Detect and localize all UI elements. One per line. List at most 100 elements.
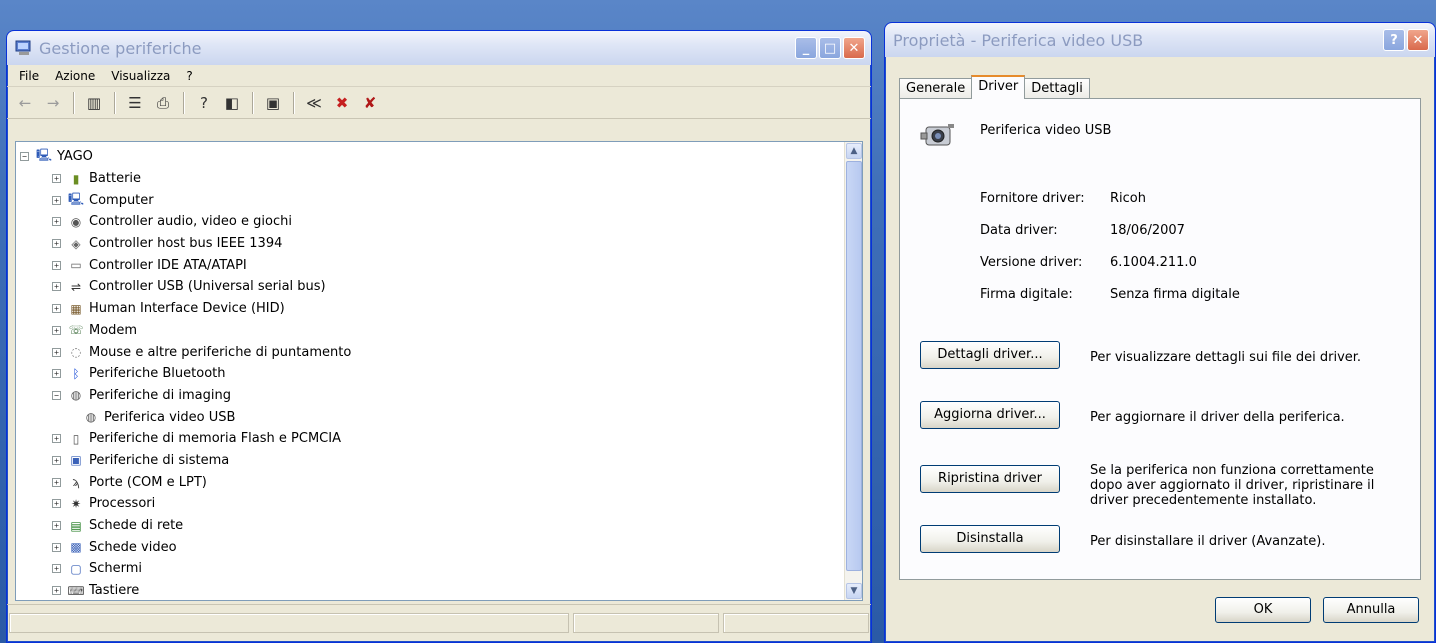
update-driver-button[interactable]: Aggiorna driver... — [920, 401, 1060, 429]
tree-node[interactable]: + ✷ Processori — [16, 493, 844, 515]
help-button[interactable]: ? — [1383, 29, 1405, 51]
update-driver-icon[interactable]: ≪ — [302, 91, 326, 115]
cancel-button[interactable]: Annulla — [1323, 597, 1419, 623]
forward-icon[interactable]: → — [41, 91, 65, 115]
expand-icon[interactable]: + — [52, 369, 61, 379]
uninstall-device-icon[interactable]: ✘ — [358, 91, 382, 115]
tree-node[interactable]: + ◌ Mouse e altre periferiche di puntament… — [16, 341, 844, 363]
expand-icon[interactable]: + — [52, 521, 61, 531]
expand-icon[interactable]: + — [52, 586, 61, 596]
expand-icon[interactable]: + — [52, 564, 61, 574]
expand-icon[interactable]: + — [52, 304, 61, 314]
tree-node-label: Periferiche Bluetooth — [89, 366, 226, 382]
hid-icon: ▦ — [70, 301, 82, 316]
expand-icon[interactable]: + — [52, 282, 61, 292]
bluetooth-icon: ᛒ — [72, 366, 80, 381]
tree-node[interactable]: + ◉ Controller audio, video e giochi — [16, 211, 844, 233]
tree-node[interactable]: + ▩ Schede video — [16, 536, 844, 558]
monitor-icon: ▢ — [70, 561, 82, 576]
ok-button[interactable]: OK — [1215, 597, 1311, 623]
show-hide-console-tree-icon[interactable]: ▥ — [82, 91, 106, 115]
computer-icon — [15, 40, 33, 56]
signature-label: Firma digitale: — [980, 287, 1073, 302]
uninstall-description: Per disinstallare il driver (Avanzate). — [1090, 534, 1326, 549]
scroll-down-icon[interactable]: ▼ — [846, 583, 862, 599]
properties-titlebar[interactable]: Proprietà - Periferica video USB ? ✕ — [885, 23, 1435, 57]
tree-node[interactable]: + ▯ Periferiche di memoria Flash e PCMCIA — [16, 428, 844, 450]
tree-node[interactable]: + ☏ Modem — [16, 320, 844, 342]
device-manager-window: Gestione periferiche _ □ ✕ File Azione V… — [6, 30, 872, 643]
tree-node[interactable]: + ⌨ Tastiere — [16, 580, 844, 600]
rollback-driver-button[interactable]: Ripristina driver — [920, 465, 1060, 493]
tree-node[interactable]: − ◍ Periferiche di imaging — [16, 385, 844, 407]
tree-node-label: Tastiere — [89, 583, 140, 599]
tree-node[interactable]: − 🖳 YAGO — [16, 146, 844, 168]
tree-node-label: Controller audio, video e giochi — [89, 214, 292, 230]
toolbar-separator — [293, 91, 294, 114]
tree-node[interactable]: ◍ Periferica video USB — [16, 406, 844, 428]
back-icon[interactable]: ← — [13, 91, 37, 115]
dialog-title: Proprietà - Periferica video USB — [893, 30, 1144, 50]
expand-icon[interactable]: + — [52, 477, 61, 487]
camera-icon: ◍ — [70, 388, 82, 403]
show-hide-action-pane-icon[interactable]: ◧ — [220, 91, 244, 115]
driver-tab-panel: Periferica video USB Fornitore driver: R… — [899, 98, 1421, 580]
print-icon[interactable]: ⎙ — [151, 91, 175, 115]
modem-icon: ☏ — [68, 323, 84, 338]
tree-node[interactable]: + ᛒ Periferiche Bluetooth — [16, 363, 844, 385]
tree-node[interactable]: + ▤ Schede di rete — [16, 515, 844, 537]
tab-dettagli[interactable]: Dettagli — [1024, 78, 1090, 99]
scroll-thumb[interactable] — [846, 161, 862, 571]
menu-visualizza[interactable]: Visualizza — [103, 69, 178, 83]
maximize-button[interactable]: □ — [819, 37, 841, 59]
expand-icon[interactable]: + — [52, 217, 61, 227]
tree-node[interactable]: + 🖳 Computer — [16, 189, 844, 211]
mouse-icon: ◌ — [70, 345, 82, 360]
scroll-up-icon[interactable]: ▲ — [846, 143, 862, 159]
expand-icon[interactable]: + — [52, 434, 61, 444]
version-label: Versione driver: — [980, 255, 1083, 270]
expand-icon[interactable]: + — [52, 455, 61, 465]
tree-node[interactable]: + ⇌ Controller USB (Universal serial bus) — [16, 276, 844, 298]
menu-help[interactable]: ? — [178, 69, 200, 83]
tree-node[interactable]: + ▭ Controller IDE ATA/ATAPI — [16, 254, 844, 276]
menu-azione[interactable]: Azione — [47, 69, 103, 83]
device-tree-panel: − 🖳 YAGO + ▮ Batterie + 🖳 Computer + ◉ Controller a… — [15, 141, 863, 601]
vertical-scrollbar[interactable]: ▲ ▼ — [844, 142, 862, 600]
tree-node[interactable]: + ▮ Batterie — [16, 168, 844, 190]
tree-node-label: Periferiche di imaging — [89, 387, 231, 403]
expand-icon[interactable]: + — [52, 260, 61, 270]
tree-node-label: Periferiche di memoria Flash e PCMCIA — [89, 431, 341, 447]
expand-icon[interactable]: + — [52, 239, 61, 249]
expand-icon[interactable]: + — [52, 499, 61, 509]
version-value: 6.1004.211.0 — [1110, 255, 1197, 270]
provider-value: Ricoh — [1110, 191, 1146, 206]
tab-driver[interactable]: Driver — [971, 75, 1026, 99]
tree-node-label: YAGO — [57, 149, 93, 165]
device-manager-titlebar[interactable]: Gestione periferiche _ □ ✕ — [7, 31, 871, 65]
properties-icon[interactable]: ☰ — [123, 91, 147, 115]
collapse-icon[interactable]: − — [52, 390, 61, 400]
tab-generale[interactable]: Generale — [899, 78, 973, 99]
disable-device-icon[interactable]: ✖ — [330, 91, 354, 115]
tree-node[interactable]: + ▣ Periferiche di sistema — [16, 450, 844, 472]
close-button[interactable]: ✕ — [1407, 29, 1429, 51]
uninstall-button[interactable]: Disinstalla — [920, 525, 1060, 553]
expand-icon[interactable]: + — [52, 325, 61, 335]
expand-icon[interactable]: + — [52, 347, 61, 357]
menu-file[interactable]: File — [11, 69, 47, 83]
tree-node[interactable]: + ◈ Controller host bus IEEE 1394 — [16, 233, 844, 255]
help-icon[interactable]: ? — [192, 91, 216, 115]
driver-details-button[interactable]: Dettagli driver... — [920, 341, 1060, 369]
tree-node[interactable]: + ▦ Human Interface Device (HID) — [16, 298, 844, 320]
minimize-button[interactable]: _ — [795, 37, 817, 59]
scan-hardware-icon[interactable]: ▣ — [261, 91, 285, 115]
expand-icon[interactable]: + — [52, 542, 61, 552]
close-button[interactable]: ✕ — [843, 37, 865, 59]
tree-node[interactable]: + ϡ Porte (COM e LPT) — [16, 471, 844, 493]
tree-node[interactable]: + ▢ Schermi — [16, 558, 844, 580]
expand-icon[interactable]: + — [52, 195, 61, 205]
collapse-icon[interactable]: − — [20, 152, 29, 162]
expand-icon[interactable]: + — [52, 174, 61, 184]
device-tree: − 🖳 YAGO + ▮ Batterie + 🖳 Computer + ◉ Controller a… — [16, 142, 844, 600]
